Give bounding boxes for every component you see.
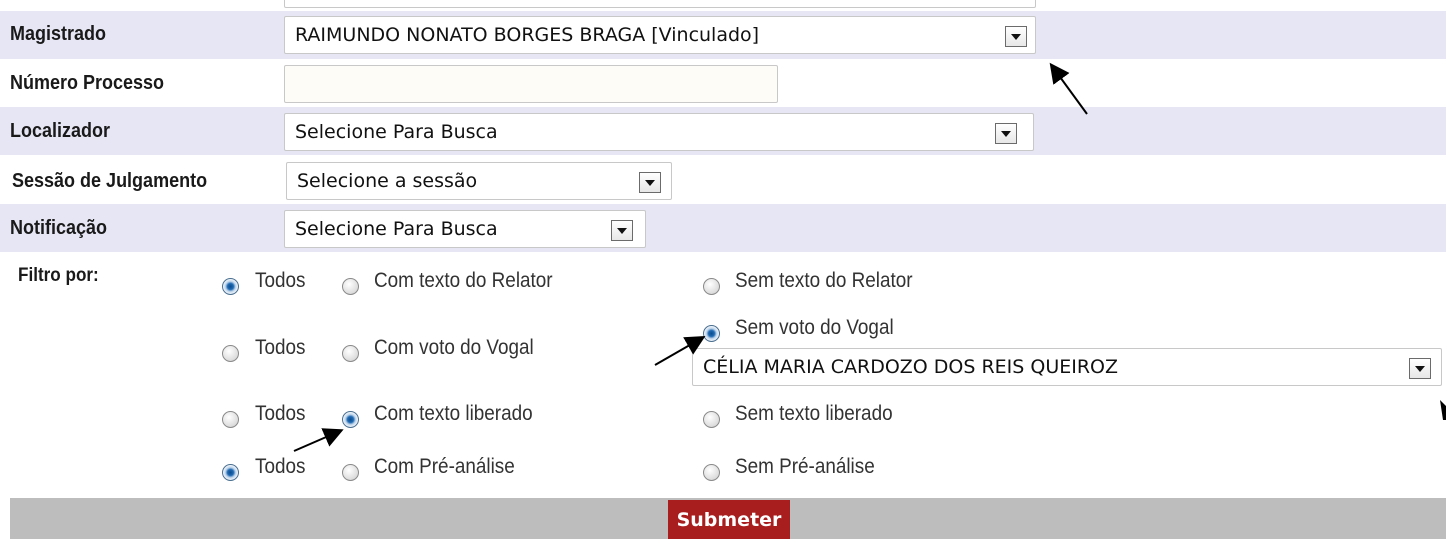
arrow-annotation xyxy=(1440,400,1446,420)
annotation-arrows xyxy=(293,62,1446,452)
arrow-annotation xyxy=(293,428,344,452)
arrow-annotation xyxy=(1049,62,1088,115)
arrow-annotation xyxy=(654,336,706,366)
